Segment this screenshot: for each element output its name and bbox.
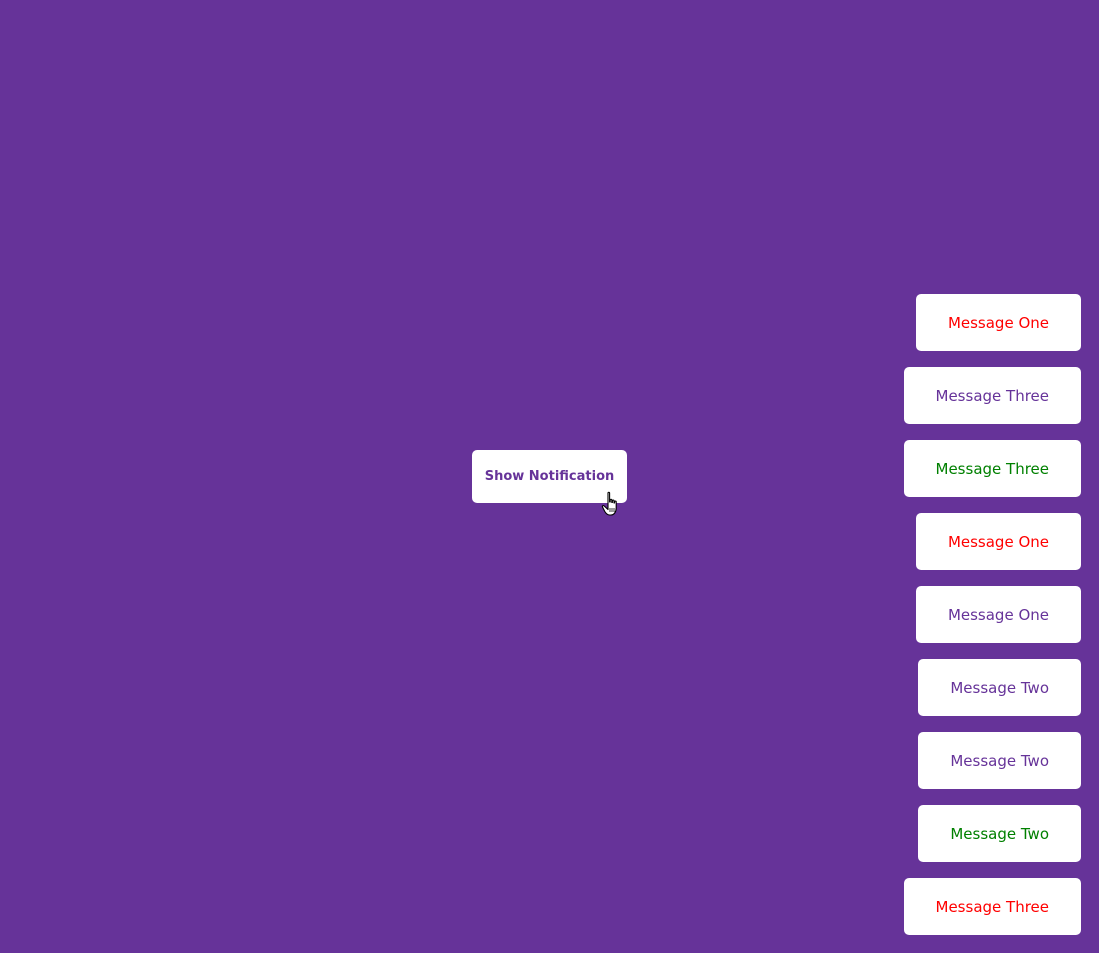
notification-toast: Message Three	[903, 367, 1081, 424]
notification-toast: Message Three	[903, 878, 1081, 935]
notification-toast: Message Two	[918, 805, 1081, 862]
notification-toast: Message Three	[903, 440, 1081, 497]
notification-toast: Message Two	[918, 659, 1081, 716]
show-notification-button[interactable]: Show Notification	[472, 450, 627, 503]
notification-toast: Message Two	[918, 732, 1081, 789]
notification-toast: Message One	[915, 294, 1081, 351]
notification-toast: Message One	[915, 513, 1081, 570]
notification-container: Message One Message Three Message Three …	[903, 294, 1081, 935]
notification-toast: Message One	[915, 586, 1081, 643]
